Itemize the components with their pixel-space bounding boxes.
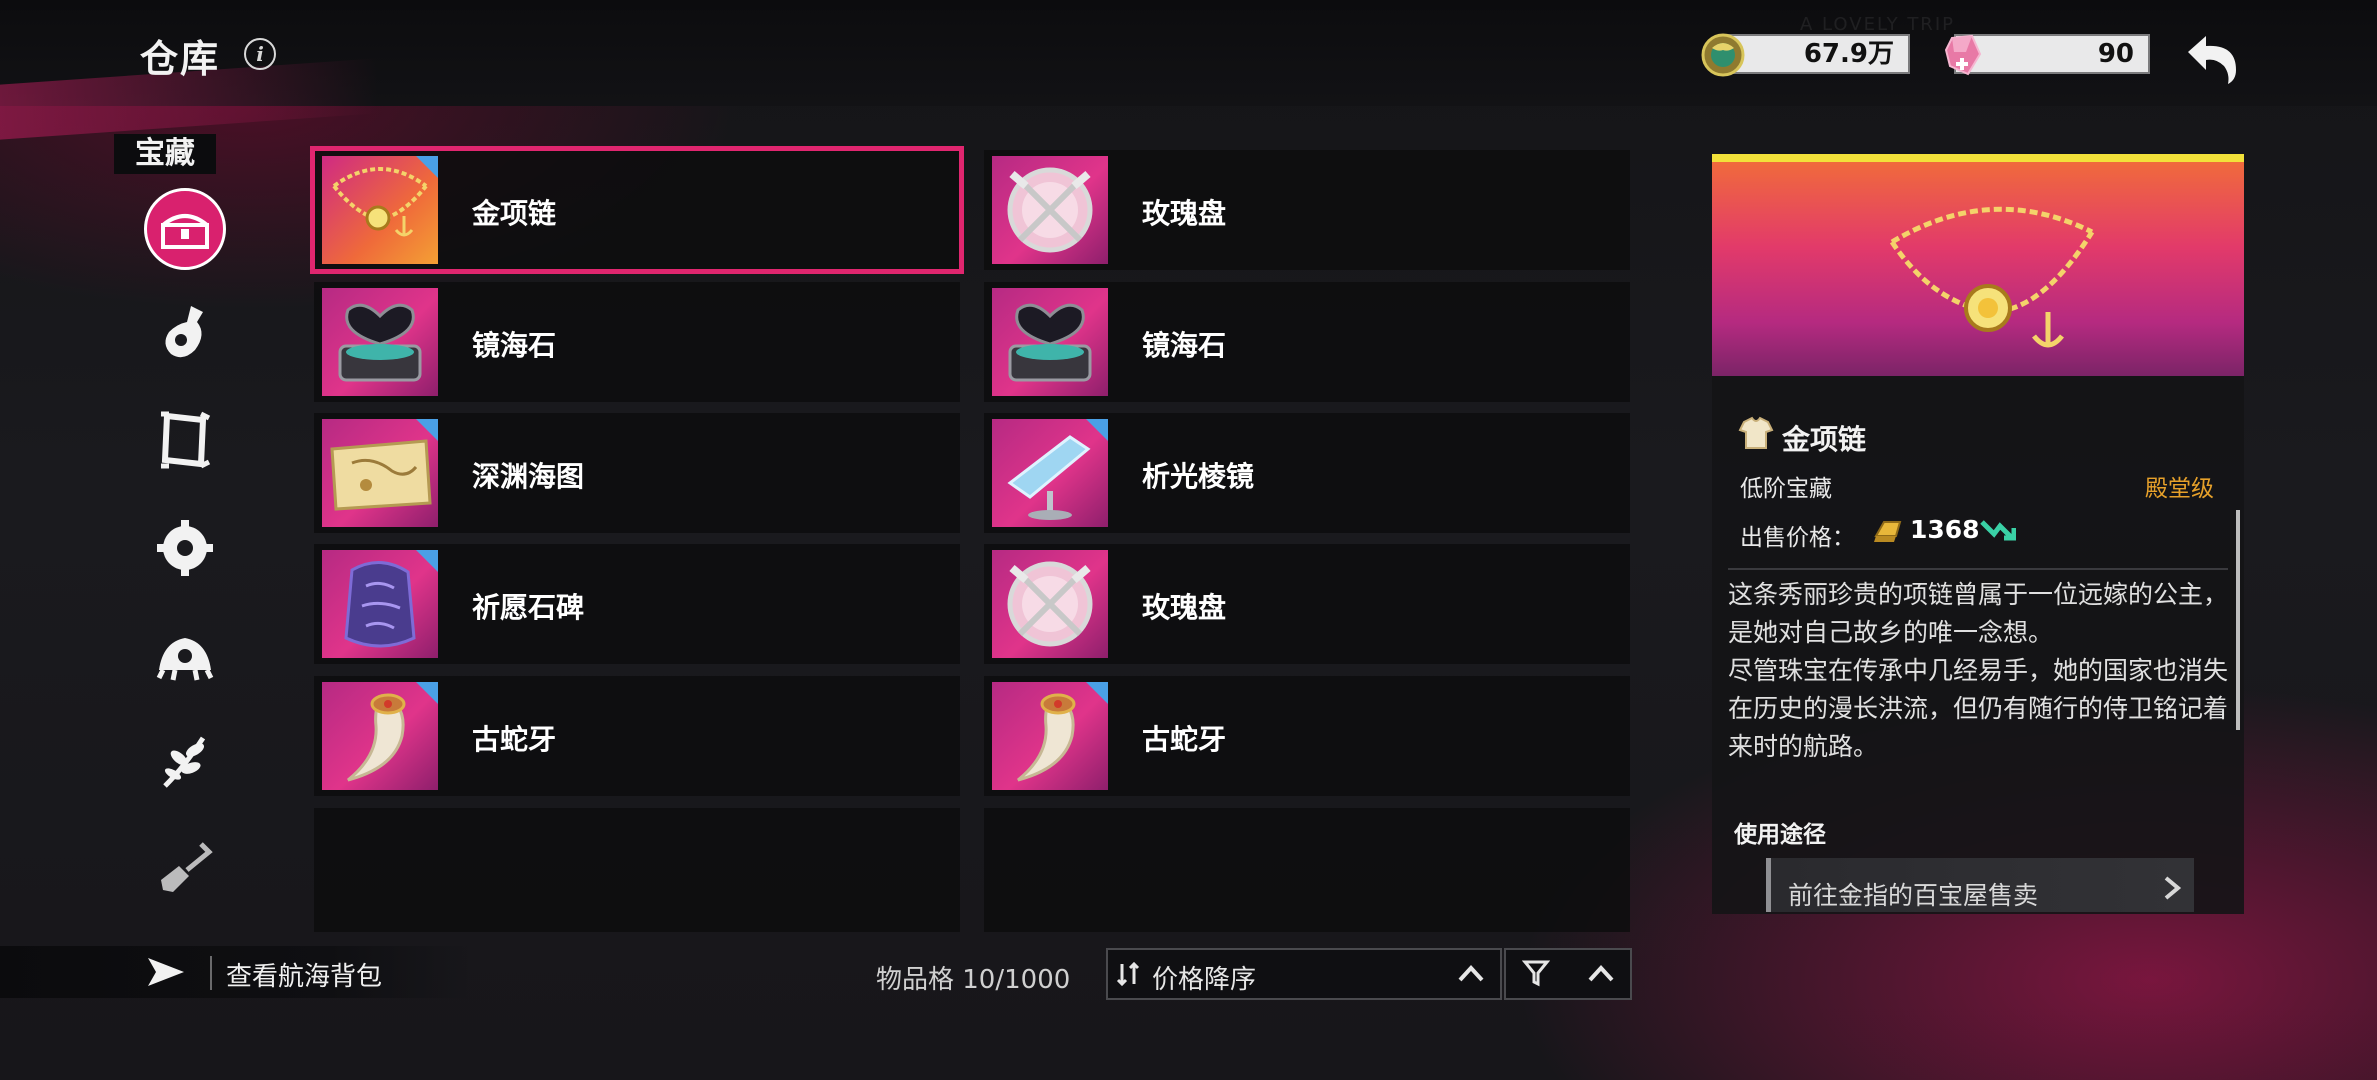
info-icon[interactable]: i — [244, 38, 276, 70]
sort-icon — [1116, 961, 1140, 987]
category-treasure[interactable] — [144, 188, 226, 270]
page-title: 仓库 — [140, 37, 221, 81]
item-slot[interactable]: 玫瑰盘 — [984, 544, 1630, 664]
mirror-sea-stone-icon — [992, 288, 1108, 396]
shovel-icon — [161, 842, 213, 892]
item-name: 金项链 — [472, 197, 557, 230]
empty-slot[interactable] — [314, 808, 960, 932]
category-gear[interactable] — [153, 516, 217, 580]
item-name: 祈愿石碑 — [472, 591, 585, 624]
chevron-up-icon — [1458, 965, 1484, 982]
detail-description: 这条秀丽珍贵的项链曾属于一位远嫁的公主，是她对自己故乡的唯一念想。 尽管珠宝在传… — [1728, 576, 2228, 766]
category-label: 宝藏 — [114, 134, 216, 174]
item-name: 深渊海图 — [472, 460, 585, 493]
sea-creature-icon — [156, 638, 214, 681]
category-potion[interactable] — [153, 300, 217, 364]
item-slot[interactable]: 镜海石 — [314, 282, 960, 402]
item-slot[interactable]: 玫瑰盘 — [984, 150, 1630, 270]
potion-bottle-icon — [165, 306, 203, 358]
price-trend-icon — [1980, 520, 2016, 541]
watermark-text: A LOVELY TRIP — [1800, 14, 1955, 35]
item-slot[interactable]: 祈愿石碑 — [314, 544, 960, 664]
gem-currency-value: 90 — [2097, 39, 2134, 69]
pink-gem-icon[interactable] — [1938, 30, 1988, 80]
category-shovel[interactable] — [153, 836, 217, 900]
gold-necklace-icon — [1889, 206, 2095, 348]
detail-description-text: 这条秀丽珍贵的项链曾属于一位远嫁的公主，是她对自己故乡的唯一念想。 尽管珠宝在传… — [1728, 580, 2229, 761]
chevron-right-icon — [2164, 876, 2182, 900]
item-name: 古蛇牙 — [472, 723, 557, 756]
rose-plate-icon — [992, 156, 1108, 264]
sort-label: 价格降序 — [1152, 965, 1257, 995]
mirror-sea-stone-icon — [322, 288, 438, 396]
price-value: 1368 — [1910, 515, 1980, 544]
item-name: 镜海石 — [1142, 329, 1227, 362]
item-slot[interactable]: 金项链 — [310, 146, 964, 274]
item-slot[interactable]: 析光棱镜 — [984, 413, 1630, 533]
rose-plate-icon — [992, 550, 1108, 658]
sailing-bag-label[interactable]: 查看航海背包 — [226, 956, 382, 993]
empty-slot[interactable] — [984, 808, 1630, 932]
serpent-fang-icon — [322, 682, 438, 790]
chevron-up-icon — [1588, 965, 1614, 982]
capacity-text: 物品格 10/1000 — [876, 965, 1071, 995]
category-sea-creature[interactable] — [153, 622, 217, 686]
divider — [1728, 568, 2228, 570]
item-name: 玫瑰盘 — [1142, 591, 1227, 624]
item-slot[interactable]: 古蛇牙 — [984, 676, 1630, 796]
detail-hero-image — [1712, 162, 2244, 376]
item-name: 镜海石 — [472, 329, 557, 362]
item-slot[interactable]: 古蛇牙 — [314, 676, 960, 796]
abyss-sea-map-icon — [322, 419, 438, 527]
filter-icon — [1522, 960, 1550, 987]
scrollbar[interactable] — [2236, 510, 2240, 730]
shirt-rank-icon — [1738, 416, 1774, 449]
gold-currency-field: 67.9万 — [1720, 34, 1910, 74]
usage-item-label: 前往金指的百宝屋售卖 — [1788, 881, 2039, 910]
gold-bar-icon — [1874, 521, 1902, 542]
price-label: 出售价格： — [1740, 525, 1855, 551]
prayer-stone-icon — [322, 550, 438, 658]
item-name: 玫瑰盘 — [1142, 197, 1227, 230]
detail-item-rank: 殿堂级 — [2145, 476, 2214, 502]
send-arrow-icon — [148, 958, 184, 986]
prism-icon — [992, 419, 1108, 527]
divider — [210, 956, 212, 990]
gear-icon — [157, 520, 213, 576]
gold-necklace-icon — [322, 156, 438, 264]
detail-top-accent — [1712, 154, 2244, 162]
item-slot[interactable]: 镜海石 — [984, 282, 1630, 402]
usage-title: 使用途径 — [1734, 822, 1826, 848]
back-arrow-icon[interactable] — [2180, 30, 2244, 86]
plant-sprig-icon — [163, 736, 206, 788]
item-slot[interactable]: 深渊海图 — [314, 413, 960, 533]
gold-currency-value: 67.9万 — [1803, 39, 1894, 69]
item-name: 析光棱镜 — [1142, 460, 1255, 493]
category-plant[interactable] — [153, 730, 217, 794]
serpent-fang-icon — [992, 682, 1108, 790]
gold-dragon-coin-icon — [1701, 33, 1745, 77]
category-frame[interactable] — [153, 408, 217, 472]
item-name: 古蛇牙 — [1142, 723, 1227, 756]
detail-item-name: 金项链 — [1782, 423, 1867, 456]
detail-item-type: 低阶宝藏 — [1740, 476, 1832, 502]
picture-frame-icon — [161, 411, 211, 469]
treasure-chest-icon — [161, 214, 209, 249]
